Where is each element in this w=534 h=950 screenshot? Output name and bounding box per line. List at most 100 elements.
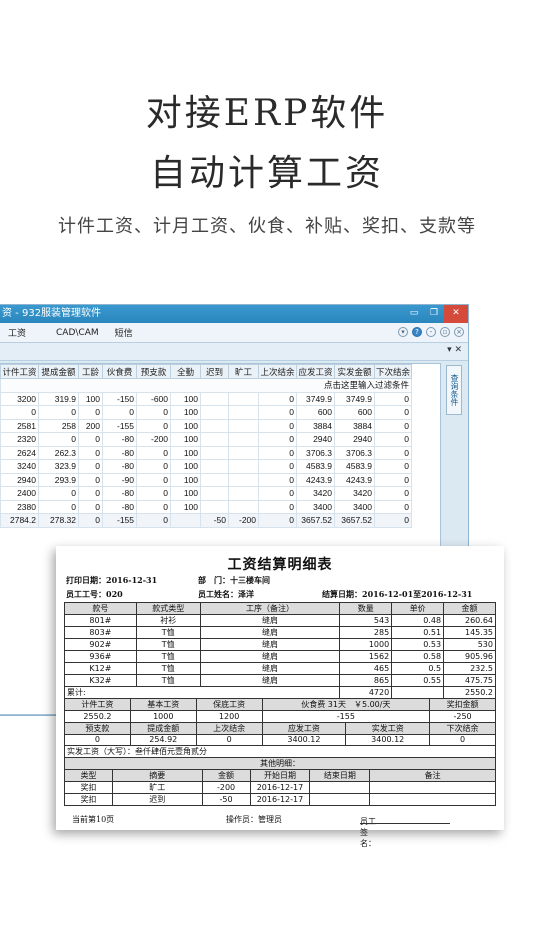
item-cell: 0.48 [391, 614, 445, 627]
grid-cell: -155 [102, 418, 137, 433]
table-row[interactable]: 2940 293.9 0 -90 0 100 0 4243.9 4243.9 0 [0, 472, 413, 487]
grid-cell [200, 391, 229, 406]
table-row[interactable]: 2624 262.3 0 -80 0 100 0 3706.3 3706.3 0 [0, 445, 413, 460]
grid-summary-cell: -155 [102, 513, 137, 528]
grid-cell: 0 [373, 459, 413, 474]
grid-cell: 3420 [296, 486, 335, 501]
grid-cell: 100 [170, 486, 201, 501]
grid-cell: 262.3 [38, 445, 79, 460]
minimize-icon[interactable]: - [426, 327, 436, 337]
menu-sms[interactable]: 短信 [107, 326, 141, 339]
grid-cell: 3706.3 [334, 445, 375, 460]
close-button[interactable]: ✕ [444, 305, 468, 323]
item-cell: 530 [443, 638, 496, 651]
other-details-table: 其他明细： 类型 摘要 金额 开始日期 结束日期 备注 奖扣 旷工 -200 2016-12-17… [64, 757, 496, 806]
grid-summary-cell: -50 [200, 513, 229, 528]
menu-salary[interactable]: 工资 [0, 326, 34, 339]
slip-title: 工资结算明细表 [227, 557, 333, 573]
total-qty: 4720 [339, 686, 393, 699]
minimize-button[interactable]: ▭ [404, 305, 424, 323]
table-row[interactable]: 2380 0 0 -80 0 100 0 3400 3400 0 [0, 499, 413, 514]
grid-summary-cell: 0 [373, 513, 413, 528]
side-tab-query[interactable]: 查询条件 [446, 365, 462, 415]
grid-summary-cell [170, 513, 201, 528]
grid-column-header: 下次结余 [373, 364, 413, 379]
filter-input[interactable]: 点击这里输入过滤条件 [0, 378, 413, 393]
employee-number: 员工工号：020 [66, 589, 123, 599]
other-cell: 旷工 [111, 781, 203, 794]
hero-title-line1: 对接ERP软件 [145, 93, 389, 134]
item-cell: 865 [339, 674, 393, 687]
item-cell: 0.55 [391, 674, 445, 687]
grid-summary-row: 2784.2 278.32 0 -155 0 -50 -200 0 3657.52 3657.52… [0, 513, 413, 528]
summary2-header: 下次结余 [429, 721, 496, 735]
item-cell: 缝肩 [199, 662, 341, 675]
other-cell [369, 781, 496, 794]
grid-cell: 4583.9 [296, 459, 335, 474]
items-header: 工序（备注） [199, 602, 341, 615]
grid-cell: -90 [102, 472, 137, 487]
item-cell: 0.53 [391, 638, 445, 651]
grid-cell: 0 [136, 418, 171, 433]
employee-name: 员工姓名：泽洋 [198, 589, 254, 599]
grid-cell: 3200 [0, 391, 39, 406]
grid-cell: 2320 [0, 432, 39, 447]
grid-cell [228, 499, 259, 514]
dropdown-icon[interactable]: ▾ [398, 327, 408, 337]
grid-cell: 3240 [0, 459, 39, 474]
help-icon[interactable]: ? [412, 327, 422, 337]
other-cell: 2016-12-17 [249, 781, 311, 794]
table-row[interactable]: 2320 0 0 -80 -200 100 0 2940 2940 0 [0, 432, 413, 447]
item-cell: 936# [64, 650, 137, 663]
grid-cell: 0 [258, 472, 297, 487]
grid-summary-cell: 0 [78, 513, 103, 528]
grid-cell: 0 [136, 405, 171, 420]
table-row[interactable]: 3240 323.9 0 -80 0 100 0 4583.9 4583.9 0 [0, 459, 413, 474]
other-cell: 奖扣 [64, 793, 113, 806]
item-cell: T恤 [135, 662, 201, 675]
grid-cell: 3420 [334, 486, 375, 501]
grid-cell: 0 [258, 405, 297, 420]
grid-cell [228, 418, 259, 433]
other-cell: 2016-12-17 [249, 793, 311, 806]
grid-cell: 0 [136, 499, 171, 514]
restore-icon[interactable]: ▫ [440, 327, 450, 337]
table-row[interactable]: 3200 319.9 100 -150 -600 100 0 3749.9 3749.9 0 [0, 391, 413, 406]
grid-summary-cell: -200 [228, 513, 259, 528]
menu-cadcam[interactable]: CAD\CAM [48, 328, 107, 338]
grid-summary-cell: 2784.2 [0, 513, 39, 528]
grid-cell: 3749.9 [334, 391, 375, 406]
table-row[interactable]: 0 0 0 0 0 100 0 600 600 0 [0, 405, 413, 420]
item-cell: 1562 [339, 650, 393, 663]
grid-cell: 323.9 [38, 459, 79, 474]
item-cell: 缝肩 [199, 626, 341, 639]
item-row: 803# T恤 缝肩 285 0.51 145.35 [64, 626, 496, 639]
restore-button[interactable]: ❐ [424, 305, 444, 323]
item-cell: 803# [64, 626, 137, 639]
item-cell: 465 [339, 662, 393, 675]
items-table: 款号 款式类型 工序（备注） 数量 单价 金额 801# 衬衫 缝肩 543 0.48 260.64 8… [63, 602, 496, 699]
grid-summary-cell: 278.32 [38, 513, 79, 528]
item-cell: 905.96 [443, 650, 496, 663]
grid-cell: 0 [0, 405, 39, 420]
table-row[interactable]: 2400 0 0 -80 0 100 0 3420 3420 0 [0, 486, 413, 501]
grid-cell [228, 486, 259, 501]
grid-cell: 0 [258, 499, 297, 514]
grid-cell: 258 [38, 418, 79, 433]
grid-cell: 3706.3 [296, 445, 335, 460]
grid-cell: 4243.9 [334, 472, 375, 487]
grid-cell: 2940 [296, 432, 335, 447]
item-cell: T恤 [135, 626, 201, 639]
grid-cell: 0 [373, 405, 413, 420]
item-cell: 232.5 [443, 662, 496, 675]
summary2-header: 预支款 [64, 721, 131, 735]
grid-cell: 200 [78, 418, 103, 433]
grid-cell: 100 [170, 499, 201, 514]
summary2-value: 0 [195, 733, 263, 746]
grid-column-header: 预支款 [136, 364, 171, 379]
table-row[interactable]: 2581 258 200 -155 0 100 0 3884 3884 0 [0, 418, 413, 433]
grid-cell: 3400 [334, 499, 375, 514]
close-icon[interactable]: × [454, 327, 464, 337]
amount-in-words: 实发工资（大写）：叁仟肆佰元壹角贰分 [64, 745, 496, 758]
pane-close-icon[interactable]: ▾ ✕ [447, 345, 462, 355]
